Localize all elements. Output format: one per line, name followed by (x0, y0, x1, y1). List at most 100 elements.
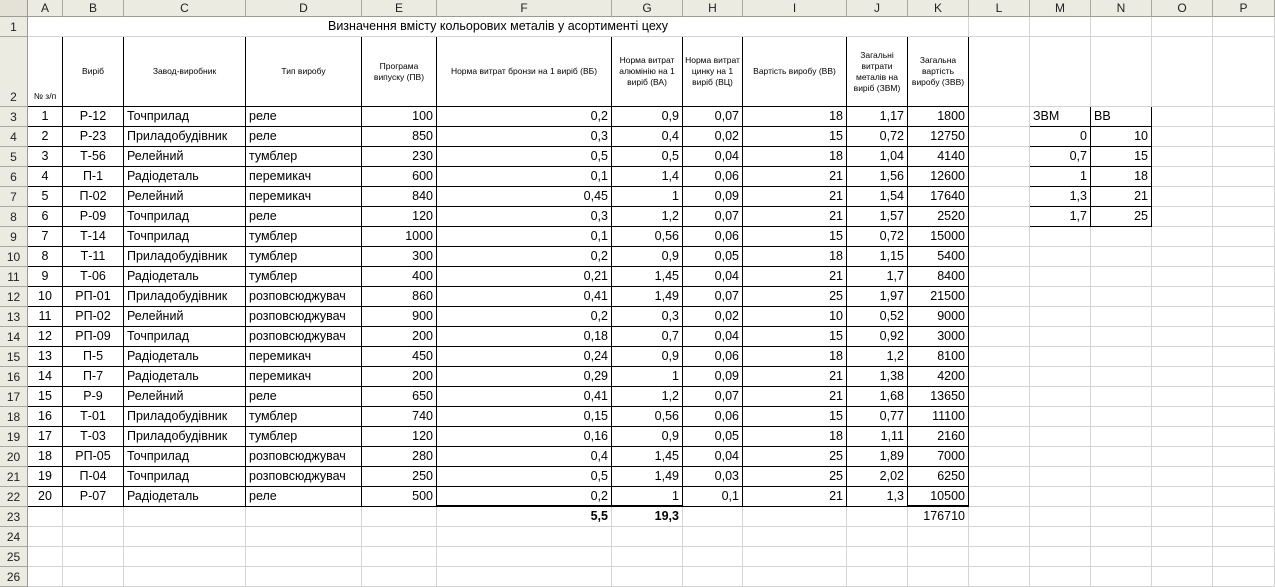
cell-product[interactable]: Т-11 (63, 247, 124, 267)
cell-maker[interactable]: Релейний (124, 387, 246, 407)
cell-aluminium[interactable]: 1,45 (612, 267, 683, 287)
cell-aluminium[interactable]: 1 (612, 367, 683, 387)
cell-maker[interactable]: Релейний (124, 187, 246, 207)
grid-cell[interactable] (683, 527, 743, 547)
grid-cell[interactable] (969, 247, 1030, 267)
grid-cell[interactable] (683, 547, 743, 567)
cell-aluminium[interactable]: 1,2 (612, 387, 683, 407)
cell-product[interactable]: РП-02 (63, 307, 124, 327)
grid-cell[interactable] (969, 447, 1030, 467)
cell-type[interactable]: тумблер (246, 227, 362, 247)
cell-cost[interactable]: 15 (743, 407, 847, 427)
grid-cell[interactable] (1213, 447, 1275, 467)
grid-cell[interactable] (28, 527, 63, 547)
cell-total_cost[interactable]: 8400 (908, 267, 969, 287)
grid-cell[interactable] (1152, 127, 1213, 147)
cell-total_cost[interactable]: 12750 (908, 127, 969, 147)
cell-zinc[interactable]: 0,1 (683, 487, 743, 507)
cell-num[interactable]: 5 (28, 187, 63, 207)
row-header-1[interactable]: 1 (0, 17, 28, 37)
row-header-23[interactable]: 23 (0, 507, 28, 527)
cell-total_metal[interactable]: 2,02 (847, 467, 908, 487)
cell-bronze[interactable]: 0,3 (437, 127, 612, 147)
grid-cell[interactable] (1213, 547, 1275, 567)
cell-total_cost[interactable]: 21500 (908, 287, 969, 307)
cell-maker[interactable]: Радіодеталь (124, 487, 246, 507)
cell-maker[interactable]: Приладобудівник (124, 287, 246, 307)
cell-maker[interactable]: Релейний (124, 307, 246, 327)
grid-cell[interactable] (124, 507, 246, 527)
grid-cell[interactable] (1091, 267, 1152, 287)
cell-total_cost[interactable]: 17640 (908, 187, 969, 207)
header-product[interactable]: Виріб (63, 37, 124, 107)
cell-product[interactable]: Р-9 (63, 387, 124, 407)
cell-bronze[interactable]: 0,24 (437, 347, 612, 367)
grid-cell[interactable] (1213, 267, 1275, 287)
cell-maker[interactable]: Приладобудівник (124, 127, 246, 147)
grid-cell[interactable] (1152, 267, 1213, 287)
row-header-14[interactable]: 14 (0, 327, 28, 347)
column-header-l[interactable]: L (969, 0, 1030, 17)
cell-zinc[interactable]: 0,02 (683, 307, 743, 327)
cell-maker[interactable]: Точприлад (124, 107, 246, 127)
grid-cell[interactable] (1030, 447, 1091, 467)
cell-total_metal[interactable]: 1,56 (847, 167, 908, 187)
cell-zinc[interactable]: 0,09 (683, 187, 743, 207)
cell-program[interactable]: 860 (362, 287, 437, 307)
cell-maker[interactable]: Приладобудівник (124, 247, 246, 267)
grid-cell[interactable] (1152, 247, 1213, 267)
grid-cell[interactable] (1091, 327, 1152, 347)
grid-cell[interactable] (1091, 387, 1152, 407)
cell-cost[interactable]: 15 (743, 227, 847, 247)
grid-cell[interactable] (969, 407, 1030, 427)
cell-program[interactable]: 450 (362, 347, 437, 367)
cell-total_metal[interactable]: 1,57 (847, 207, 908, 227)
cell-cost[interactable]: 18 (743, 347, 847, 367)
cell-bronze[interactable]: 0,29 (437, 367, 612, 387)
grid-cell[interactable] (743, 547, 847, 567)
cell-total_cost[interactable]: 15000 (908, 227, 969, 247)
grid-cell[interactable] (246, 527, 362, 547)
cell-aluminium[interactable]: 0,9 (612, 347, 683, 367)
column-header-i[interactable]: I (743, 0, 847, 17)
header-type[interactable]: Тип виробу (246, 37, 362, 107)
grid-cell[interactable] (1213, 507, 1275, 527)
cell-total_metal[interactable]: 1,97 (847, 287, 908, 307)
cell-aluminium[interactable]: 1,4 (612, 167, 683, 187)
cell-type[interactable]: розповсюджувач (246, 307, 362, 327)
cell-maker[interactable]: Радіодеталь (124, 367, 246, 387)
cell-bronze[interactable]: 0,1 (437, 167, 612, 187)
cell-cost[interactable]: 25 (743, 447, 847, 467)
grid-cell[interactable] (1213, 107, 1275, 127)
cell-product[interactable]: П-1 (63, 167, 124, 187)
cell-num[interactable]: 11 (28, 307, 63, 327)
cell-bronze[interactable]: 0,45 (437, 187, 612, 207)
grid-cell[interactable] (1152, 567, 1213, 587)
grid-cell[interactable] (1091, 227, 1152, 247)
cell-total_cost[interactable]: 7000 (908, 447, 969, 467)
cell-product[interactable]: П-7 (63, 367, 124, 387)
cell-num[interactable]: 10 (28, 287, 63, 307)
grid-cell[interactable] (1152, 227, 1213, 247)
cell-zinc[interactable]: 0,06 (683, 407, 743, 427)
cell-zinc[interactable]: 0,04 (683, 147, 743, 167)
cell-maker[interactable]: Точприлад (124, 207, 246, 227)
grid-cell[interactable] (1030, 367, 1091, 387)
cell-cost[interactable]: 21 (743, 387, 847, 407)
grid-cell[interactable] (1152, 467, 1213, 487)
cell-cost[interactable]: 15 (743, 327, 847, 347)
grid-cell[interactable] (969, 487, 1030, 507)
grid-cell[interactable] (969, 287, 1030, 307)
row-header-17[interactable]: 17 (0, 387, 28, 407)
grid-cell[interactable] (969, 207, 1030, 227)
cell-type[interactable]: перемикач (246, 347, 362, 367)
grid-cell[interactable] (1030, 247, 1091, 267)
row-header-21[interactable]: 21 (0, 467, 28, 487)
grid-cell[interactable] (1030, 267, 1091, 287)
cell-type[interactable]: тумблер (246, 407, 362, 427)
cell-bronze[interactable]: 0,5 (437, 147, 612, 167)
cell-total_metal[interactable]: 1,3 (847, 487, 908, 507)
cell-total_cost[interactable]: 13650 (908, 387, 969, 407)
cell-aluminium[interactable]: 1,2 (612, 207, 683, 227)
grid-cell[interactable] (969, 547, 1030, 567)
